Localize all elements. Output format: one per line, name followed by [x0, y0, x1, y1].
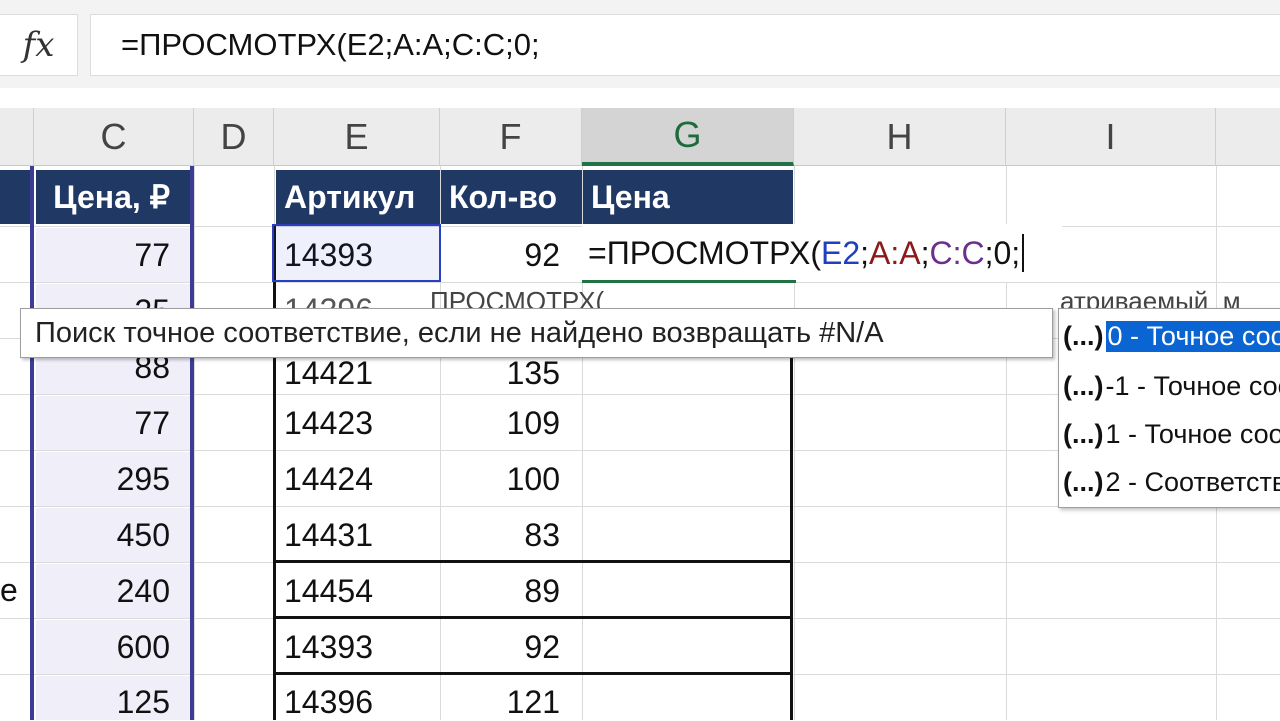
insert-function-button[interactable]: fx — [0, 14, 78, 76]
active-cell-border — [582, 280, 796, 283]
column-header-g[interactable]: G — [582, 108, 794, 166]
edit-ref-e2: E2 — [821, 235, 860, 272]
article-cell[interactable]: 14421 — [276, 352, 438, 394]
price-cell[interactable]: 450 — [36, 508, 192, 562]
syntax-hint-left: ПРОСМОТРХ( — [430, 286, 670, 308]
dropdown-item-3[interactable]: (...)2 - Соответствие — [1059, 459, 1280, 505]
column-header-c[interactable]: C — [34, 108, 194, 166]
column-header-h[interactable]: H — [794, 108, 1006, 166]
formula-input[interactable]: =ПРОСМОТРХ(E2;A:A;C:C;0; — [90, 14, 1280, 76]
price-header[interactable]: Цена, ₽ — [36, 170, 192, 224]
dropdown-item-label: -1 - Точное соответствие — [1106, 371, 1280, 402]
price-cell[interactable]: 240 — [36, 564, 192, 618]
active-cell-editor[interactable]: =ПРОСМОТРХ(E2;A:A;C:C;0; — [582, 224, 1062, 282]
edit-sep: ; — [860, 235, 869, 272]
syntax-hint-right: атриваемый_м — [1060, 286, 1280, 308]
text-cursor — [1022, 234, 1024, 272]
quantity-cell[interactable]: 121 — [441, 676, 582, 720]
price-cell[interactable]: 295 — [36, 452, 192, 506]
quantity-cell[interactable]: 83 — [441, 508, 582, 562]
column-header-f[interactable]: F — [440, 108, 582, 166]
dropdown-item-2[interactable]: (...)1 - Точное соответствие — [1059, 411, 1280, 457]
argument-icon: (...) — [1059, 321, 1106, 352]
argument-tooltip: Поиск точное соответствие, если не найде… — [20, 308, 1053, 358]
dropdown-item-label: 1 - Точное соответствие — [1106, 419, 1280, 450]
cell-b8-partial[interactable]: е — [0, 562, 30, 618]
quantity-cell[interactable]: 92 — [441, 620, 582, 674]
dropdown-item-0[interactable]: (...)0 - Точное соответствие — [1059, 313, 1280, 359]
argument-icon: (...) — [1059, 467, 1106, 498]
column-b-edge — [30, 166, 34, 720]
column-header-d[interactable]: D — [194, 108, 274, 166]
article-cell[interactable]: 14424 — [276, 452, 438, 506]
column-header-b-partial[interactable] — [0, 108, 34, 166]
price-range-edge — [190, 166, 194, 720]
edit-sep: ; — [921, 235, 930, 272]
edit-ref-aa: A:A — [869, 235, 921, 272]
quantity-cell[interactable]: 109 — [441, 396, 582, 450]
article-cell[interactable]: 14393 — [276, 620, 438, 674]
price-lookup-header[interactable]: Цена — [583, 170, 793, 224]
dropdown-item-label: 0 - Точное соответствие — [1106, 321, 1280, 352]
fx-icon: fx — [23, 25, 55, 65]
edit-ref-cc: C:C — [929, 235, 984, 272]
column-header-e[interactable]: E — [274, 108, 440, 166]
price-cell[interactable]: 600 — [36, 620, 192, 674]
quantity-header[interactable]: Кол-во — [441, 170, 582, 224]
argument-icon: (...) — [1059, 419, 1106, 450]
quantity-cell[interactable]: 89 — [441, 564, 582, 618]
quantity-cell[interactable]: 100 — [441, 452, 582, 506]
edit-rest: ;0; — [985, 235, 1021, 272]
price-cell[interactable]: 77 — [36, 396, 192, 450]
tooltip-text: Поиск точное соответствие, если не найде… — [35, 317, 884, 350]
article-header[interactable]: Артикул — [276, 170, 440, 224]
dropdown-item-1[interactable]: (...)-1 - Точное соответствие — [1059, 363, 1280, 409]
edit-prefix: =ПРОСМОТРХ( — [588, 235, 821, 272]
article-cell[interactable]: 14454 — [276, 564, 438, 618]
formula-text: =ПРОСМОТРХ(E2;A:A;C:C;0; — [121, 27, 540, 63]
article-cell[interactable]: 14431 — [276, 508, 438, 562]
quantity-cell[interactable]: 92 — [441, 228, 582, 282]
article-cell[interactable]: 14396 — [276, 676, 438, 720]
match-mode-dropdown[interactable]: (...)0 - Точное соответствие (...)-1 - Т… — [1058, 308, 1280, 508]
quantity-cell[interactable]: 135 — [441, 352, 582, 394]
dropdown-item-label: 2 - Соответствие — [1106, 467, 1280, 498]
price-cell[interactable]: 77 — [36, 228, 192, 282]
argument-icon: (...) — [1059, 371, 1106, 402]
header-b-partial — [0, 170, 30, 224]
column-header-i[interactable]: I — [1006, 108, 1216, 166]
article-cell[interactable]: 14423 — [276, 396, 438, 450]
price-cell[interactable]: 125 — [36, 676, 192, 720]
reference-highlight-e2 — [272, 224, 441, 282]
